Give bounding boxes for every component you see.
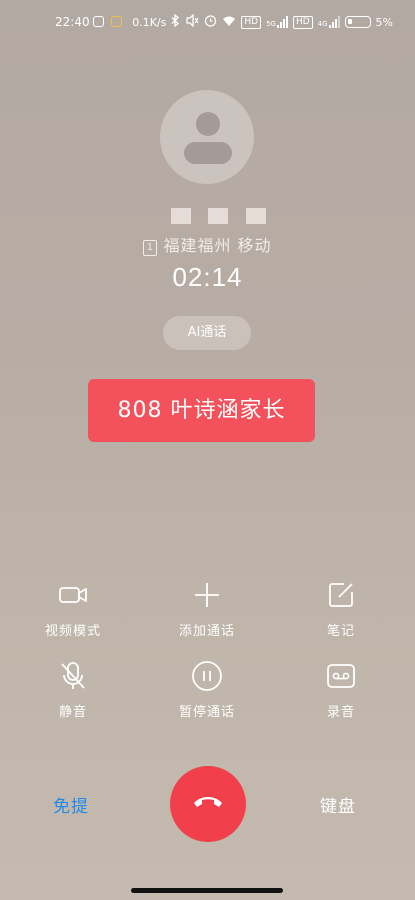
- add-call-label: 添加通话: [178, 624, 235, 639]
- caller-name-mask-3: [246, 208, 266, 224]
- signal-bars-1: [276, 16, 288, 28]
- sim-slot-icon: 1: [143, 240, 158, 256]
- avatar-body-icon: [184, 142, 232, 164]
- caller-name-mask-2: [208, 208, 228, 224]
- notes-button[interactable]: 笔记: [291, 578, 391, 639]
- status-time: 22:40: [55, 15, 90, 29]
- caller-name-mask-1: [171, 208, 191, 224]
- notes-label: 笔记: [326, 624, 355, 639]
- net-speed: 0.1K/s: [132, 15, 167, 29]
- hd-badge-2: HD: [292, 15, 313, 29]
- video-camera-icon: [56, 578, 90, 612]
- signal-1-type: 5G: [266, 20, 276, 28]
- microphone-off-icon: [56, 659, 90, 693]
- plus-icon: [190, 578, 224, 612]
- signal-1: 5G: [266, 16, 288, 28]
- recorder-icon: [324, 659, 358, 693]
- location-text: 福建福州 移动: [163, 236, 272, 255]
- vibrate-icon: [185, 13, 199, 30]
- record-button[interactable]: 录音: [291, 659, 391, 720]
- video-mode-button[interactable]: 视频模式: [23, 578, 123, 639]
- alarm-icon: [204, 14, 217, 30]
- mute-button[interactable]: 静音: [23, 659, 123, 720]
- record-label: 录音: [326, 705, 355, 720]
- phone-hangup-icon: [191, 792, 225, 816]
- signal-2: 4G: [318, 16, 340, 28]
- notification-icon: [93, 16, 104, 27]
- call-duration: 02:14: [172, 262, 243, 292]
- ai-call-button[interactable]: AI通话: [163, 316, 251, 350]
- signal-bars-2: [328, 16, 340, 28]
- hang-up-button[interactable]: [170, 766, 246, 842]
- status-bar: 22:40 0.1K/s HD 5G HD 4G 5%: [0, 0, 415, 44]
- wifi-icon: [222, 15, 236, 30]
- hold-label: 暂停通话: [178, 705, 235, 720]
- hd-badge-1: HD: [241, 15, 262, 29]
- home-indicator[interactable]: [131, 888, 283, 893]
- mute-label: 静音: [58, 705, 87, 720]
- battery-level: 5%: [375, 15, 393, 29]
- speaker-button[interactable]: 免提: [53, 792, 89, 817]
- signal-2-type: 4G: [317, 20, 328, 28]
- pause-icon: [190, 659, 224, 693]
- keypad-button[interactable]: 键盘: [320, 792, 356, 817]
- app-notification-icon: [111, 16, 122, 27]
- edit-note-icon: [324, 578, 358, 612]
- bluetooth-icon: [171, 13, 180, 30]
- battery-icon: [344, 16, 371, 28]
- add-call-button[interactable]: 添加通话: [157, 578, 257, 639]
- caller-location: 1 福建福州 移动: [0, 232, 415, 256]
- caller-id-banner: 808 叶诗涵家长: [88, 379, 315, 442]
- avatar-head-icon: [196, 112, 220, 136]
- hold-button[interactable]: 暂停通话: [157, 659, 257, 720]
- contact-avatar: [160, 90, 254, 184]
- video-mode-label: 视频模式: [44, 624, 101, 639]
